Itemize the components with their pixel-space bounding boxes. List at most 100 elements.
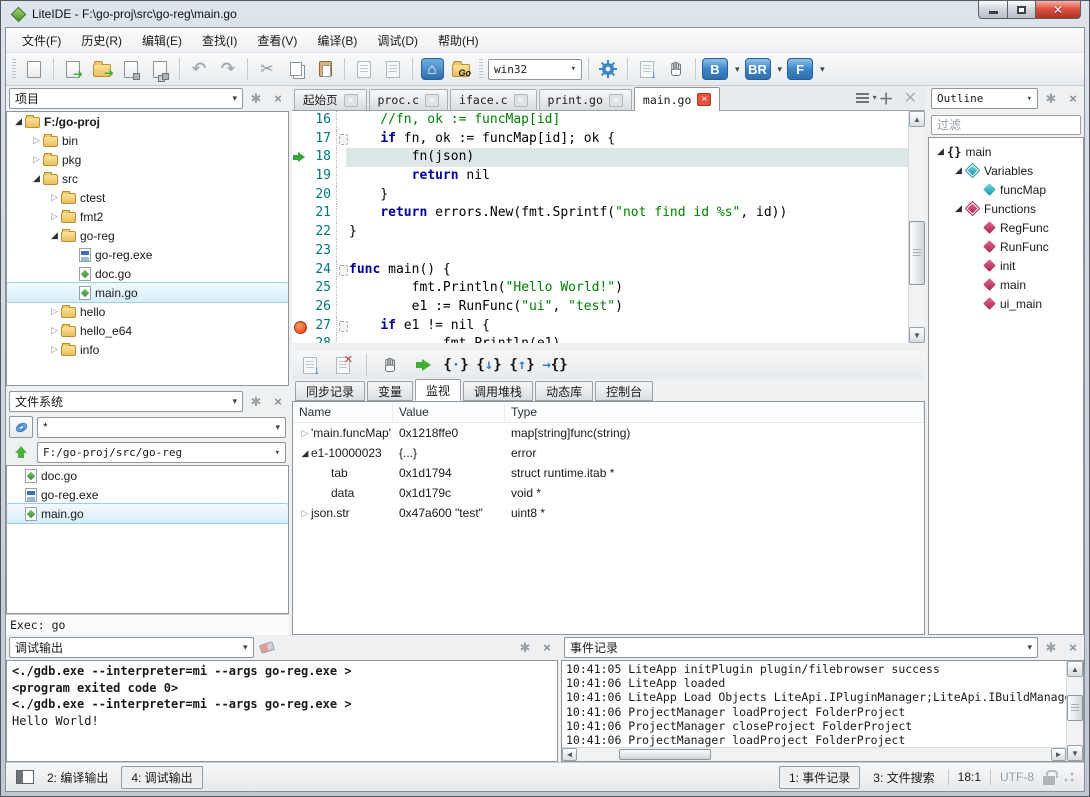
panel-close-icon[interactable]: × bbox=[538, 639, 556, 657]
pause-debug-button[interactable] bbox=[377, 352, 403, 378]
project-tree-item[interactable]: ◢F:/go-proj bbox=[7, 112, 288, 131]
encoding-label[interactable]: UTF-8 bbox=[1000, 770, 1034, 784]
debug-tab[interactable]: 控制台 bbox=[595, 381, 653, 401]
code-line[interactable]: 18 fn(json) bbox=[292, 148, 908, 167]
outline-item[interactable]: ◢Functions bbox=[929, 199, 1083, 218]
project-tree-item[interactable]: ▷pkg bbox=[7, 150, 288, 169]
collapsed-arrow-icon[interactable]: ▷ bbox=[48, 306, 61, 317]
editor-tab[interactable]: print.go× bbox=[539, 89, 632, 110]
outline-item[interactable]: funcMap bbox=[929, 180, 1083, 199]
watch-row[interactable]: ◢e1-10000023{...}error bbox=[293, 443, 924, 463]
menu-item[interactable]: 调试(D) bbox=[367, 29, 428, 52]
toolbar-drag-handle[interactable] bbox=[479, 59, 483, 79]
code-line[interactable]: 24func main() { bbox=[292, 261, 908, 280]
resize-grip-icon[interactable] bbox=[1064, 772, 1074, 782]
scrollbar-thumb[interactable] bbox=[619, 749, 711, 760]
build-run-button[interactable]: BR bbox=[745, 56, 771, 82]
outline-item[interactable]: init bbox=[929, 256, 1083, 275]
minimize-button[interactable] bbox=[978, 0, 1008, 19]
project-tree-item[interactable]: ▷hello_e64 bbox=[7, 321, 288, 340]
debug-output-text[interactable]: <./gdb.exe --interpreter=mi --args go-re… bbox=[7, 661, 557, 761]
build-run-dropdown-arrow-icon[interactable]: ▾ bbox=[778, 64, 783, 75]
code-line[interactable]: 25 fmt.Println("Hello World!") bbox=[292, 279, 908, 298]
scrollbar-track[interactable] bbox=[909, 127, 925, 327]
project-tree-item[interactable]: main.go bbox=[7, 283, 288, 302]
new-tab-icon[interactable]: ＋ bbox=[879, 88, 894, 109]
up-directory-icon[interactable] bbox=[14, 446, 28, 459]
event-log-select[interactable]: 事件记录 ▾ bbox=[564, 637, 1038, 658]
collapsed-arrow-icon[interactable]: ▷ bbox=[30, 135, 43, 146]
tab-close-icon[interactable]: × bbox=[344, 94, 358, 107]
tab-close-icon[interactable]: × bbox=[514, 94, 528, 107]
project-tree-item[interactable]: ▷hello bbox=[7, 302, 288, 321]
debug-tab[interactable]: 调用堆栈 bbox=[463, 381, 533, 401]
event-log-pane-button[interactable]: 1: 事件记录 bbox=[779, 766, 860, 789]
lock-icon[interactable] bbox=[1043, 776, 1055, 785]
build-dropdown-arrow-icon[interactable]: ▾ bbox=[735, 64, 740, 75]
panel-gear-icon[interactable]: ✱ bbox=[516, 639, 534, 657]
cut-button[interactable]: ✂ bbox=[254, 56, 280, 82]
toggle-panes-icon[interactable] bbox=[16, 770, 34, 784]
home-button[interactable]: ⌂ bbox=[419, 56, 445, 82]
outline-item[interactable]: ◢Variables bbox=[929, 161, 1083, 180]
expanded-arrow-icon[interactable]: ◢ bbox=[12, 116, 25, 127]
scrollbar-track[interactable] bbox=[1067, 677, 1083, 745]
link-editor-button[interactable] bbox=[9, 416, 33, 438]
clear-output-button[interactable] bbox=[258, 639, 276, 657]
code-line[interactable]: 19 return nil bbox=[292, 167, 908, 186]
menu-item[interactable]: 历史(R) bbox=[71, 29, 132, 52]
outline-panel-select[interactable]: Outline ▾ bbox=[931, 88, 1038, 109]
filesystem-panel-select[interactable]: 文件系统 ▾ bbox=[9, 391, 243, 412]
new-file-button[interactable] bbox=[21, 56, 47, 82]
event-log-text[interactable]: 10:41:05 LiteApp initPlugin plugin/fileb… bbox=[562, 661, 1066, 747]
editor-tab[interactable]: proc.c× bbox=[369, 89, 449, 110]
menu-item[interactable]: 查看(V) bbox=[247, 29, 307, 52]
code-line[interactable]: 20 } bbox=[292, 186, 908, 205]
watch-row[interactable]: tab0x1d1794struct runtime.itab * bbox=[293, 463, 924, 483]
step-over-button[interactable]: {·} bbox=[443, 352, 469, 378]
debug-tab[interactable]: 变量 bbox=[367, 381, 413, 401]
expanded-arrow-icon[interactable]: ◢ bbox=[952, 203, 965, 214]
paste-button[interactable] bbox=[312, 56, 338, 82]
expanded-arrow-icon[interactable]: ◢ bbox=[299, 448, 311, 459]
pause-button[interactable] bbox=[663, 56, 689, 82]
file-action-button-2[interactable] bbox=[380, 56, 406, 82]
open-file-button[interactable]: ➜ bbox=[60, 56, 86, 82]
tab-close-icon[interactable]: × bbox=[425, 94, 439, 107]
expanded-arrow-icon[interactable]: ◢ bbox=[952, 165, 965, 176]
scroll-left-icon[interactable]: ◄ bbox=[562, 748, 577, 761]
panel-close-icon[interactable]: × bbox=[1064, 639, 1082, 657]
compile-output-pane-button[interactable]: 2: 编译输出 bbox=[43, 767, 112, 788]
expanded-arrow-icon[interactable]: ◢ bbox=[48, 230, 61, 241]
project-tree-item[interactable]: ▷bin bbox=[7, 131, 288, 150]
editor-tab[interactable]: iface.c× bbox=[450, 89, 536, 110]
scroll-down-icon[interactable]: ▼ bbox=[1067, 745, 1083, 761]
code-editor[interactable]: 16 //fn, ok := funcMap[id]17 if fn, ok :… bbox=[292, 111, 925, 343]
panel-gear-icon[interactable]: ✱ bbox=[247, 90, 265, 108]
code-line[interactable]: 16 //fn, ok := funcMap[id] bbox=[292, 111, 908, 130]
expanded-arrow-icon[interactable]: ◢ bbox=[934, 146, 947, 157]
collapsed-arrow-icon[interactable]: ▷ bbox=[48, 211, 61, 222]
event-log-vscrollbar[interactable]: ▲ ▼ bbox=[1066, 661, 1083, 761]
collapsed-arrow-icon[interactable]: ▷ bbox=[48, 325, 61, 336]
menu-item[interactable]: 编辑(E) bbox=[132, 29, 192, 52]
code-line[interactable]: 26 e1 := RunFunc("ui", "test") bbox=[292, 298, 908, 317]
menu-item[interactable]: 文件(F) bbox=[12, 29, 71, 52]
copy-button[interactable] bbox=[283, 56, 309, 82]
title-bar[interactable]: LiteIDE - F:\go-proj\src\go-reg\main.go … bbox=[5, 1, 1085, 27]
panel-gear-icon[interactable]: ✱ bbox=[1042, 90, 1060, 108]
scroll-down-icon[interactable]: ▼ bbox=[909, 327, 925, 343]
editor-tab[interactable]: 起始页× bbox=[294, 89, 367, 110]
editor-scrollbar[interactable]: ▲ ▼ bbox=[908, 111, 925, 343]
file-run-button[interactable]: F bbox=[787, 56, 813, 82]
debug-log-button[interactable]: ↓ bbox=[297, 352, 323, 378]
tab-close-icon[interactable]: × bbox=[697, 93, 711, 106]
fold-marker[interactable] bbox=[336, 130, 346, 149]
file-run-dropdown-arrow-icon[interactable]: ▾ bbox=[820, 64, 825, 75]
undo-button[interactable]: ↶ bbox=[186, 56, 212, 82]
debug-tab[interactable]: 同步记录 bbox=[295, 381, 365, 401]
outline-item[interactable]: RunFunc bbox=[929, 237, 1083, 256]
scroll-up-icon[interactable]: ▲ bbox=[1067, 661, 1083, 677]
outline-item[interactable]: ◢{}main bbox=[929, 142, 1083, 161]
outline-item[interactable]: main bbox=[929, 275, 1083, 294]
